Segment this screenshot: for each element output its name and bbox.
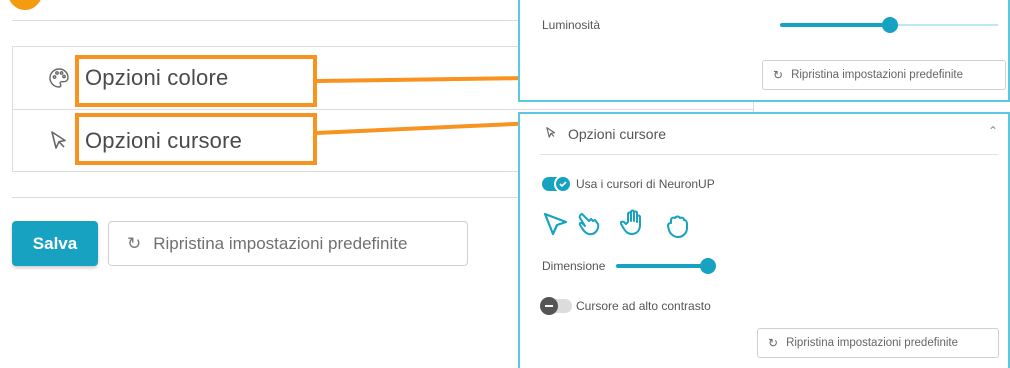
divider: [12, 197, 518, 198]
cursor-arrow-icon: [47, 129, 71, 153]
refresh-icon: ↻: [773, 68, 784, 82]
cursor-panel-title: Opzioni cursore: [568, 126, 667, 142]
brightness-slider-fill: [780, 23, 890, 27]
use-cursors-toggle[interactable]: [542, 175, 572, 193]
cursor-reset-label: Ripristina impostazioni predefinite: [786, 337, 959, 349]
palette-icon: [47, 66, 71, 90]
cursor-options-callout: [75, 113, 317, 165]
refresh-icon: ↻: [768, 336, 779, 350]
reset-defaults-button[interactable]: ↻ Ripristina impostazioni predefinite: [108, 221, 468, 266]
size-label: Dimensione: [542, 259, 606, 273]
pointing-hand-cursor-icon[interactable]: [576, 210, 604, 238]
use-cursors-label: Usa i cursori di NeuronUP: [576, 177, 715, 191]
color-reset-label: Ripristina impostazioni predefinite: [791, 69, 964, 81]
cursor-arrow-icon: [544, 126, 558, 145]
toggle-knob: [540, 297, 558, 315]
toggle-knob: [554, 175, 572, 193]
cursor-reset-button[interactable]: ↻ Ripristina impostazioni predefinite: [757, 328, 999, 358]
cursor-options-panel: Opzioni cursore ⌃ Usa i cursori di Neuro…: [518, 112, 1010, 368]
divider: [12, 20, 518, 21]
high-contrast-toggle[interactable]: [540, 297, 572, 315]
refresh-icon: ↻: [127, 233, 142, 253]
panel-divider: [540, 154, 998, 155]
section-badge: [8, 0, 42, 10]
high-contrast-label: Cursore ad alto contrasto: [576, 299, 711, 313]
brightness-slider-handle[interactable]: [882, 17, 898, 33]
color-options-callout: [75, 55, 317, 107]
size-slider-fill: [616, 264, 708, 268]
chevron-up-icon[interactable]: ⌃: [988, 124, 998, 138]
color-options-panel: Luminosità ↻ Ripristina impostazioni pre…: [518, 0, 1010, 102]
arrow-cursor-icon[interactable]: [542, 210, 570, 238]
save-button[interactable]: Salva: [12, 221, 98, 266]
brightness-slider-track: [890, 24, 998, 26]
reset-defaults-label: Ripristina impostazioni predefinite: [153, 233, 408, 253]
open-hand-cursor-icon[interactable]: [619, 208, 648, 236]
grab-hand-cursor-icon[interactable]: [664, 212, 692, 240]
brightness-label: Luminosità: [542, 18, 601, 32]
color-reset-button[interactable]: ↻ Ripristina impostazioni predefinite: [762, 60, 1006, 90]
size-slider-handle[interactable]: [700, 258, 716, 274]
